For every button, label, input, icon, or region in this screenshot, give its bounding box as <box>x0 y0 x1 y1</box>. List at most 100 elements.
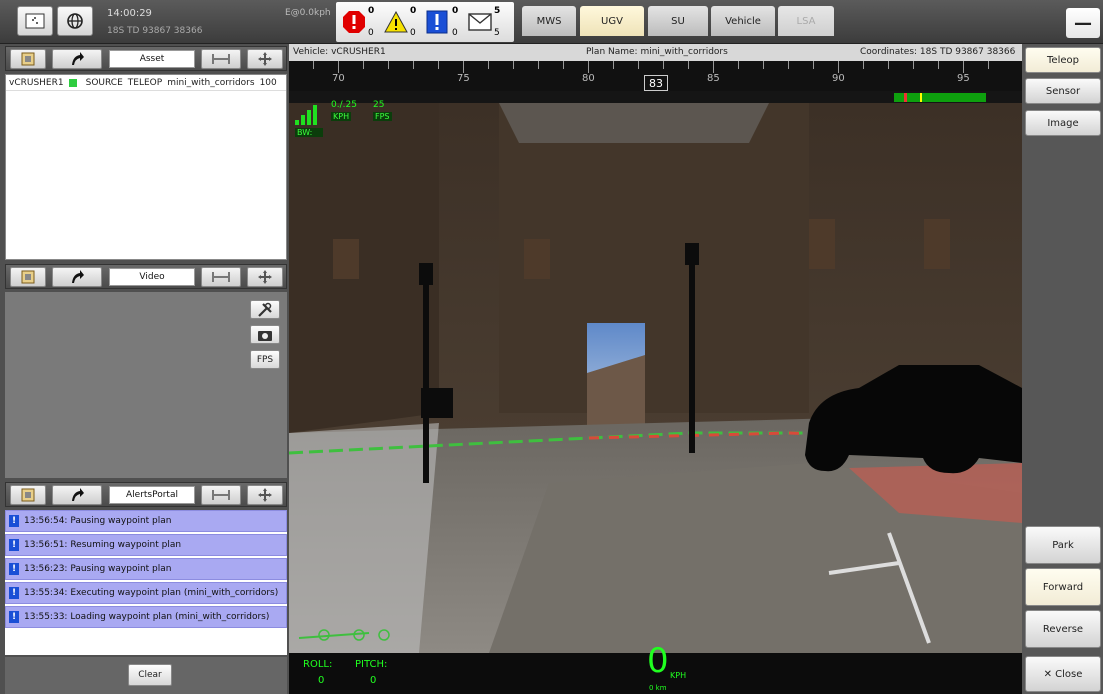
resize-horizontal-icon <box>212 490 230 500</box>
scroll-icon <box>21 488 35 502</box>
curved-arrow-icon <box>72 270 84 283</box>
asset-status-indicator <box>68 78 77 87</box>
speed-readout: 0./.25 KPH <box>331 100 357 121</box>
tab-vehicle[interactable]: Vehicle <box>711 6 775 36</box>
asset-list: vCRUSHER1 SOURCE TELEOP mini_with_corrid… <box>5 74 287 260</box>
compass-label: 95 <box>957 73 970 84</box>
tools-icon <box>258 302 272 317</box>
info-exclamation-icon <box>426 10 448 34</box>
critical-alert-counter[interactable]: 0 0 <box>342 6 382 38</box>
asset-arrow-button[interactable] <box>52 49 102 69</box>
asset-source: SOURCE <box>85 77 123 88</box>
info-alert-icon: ! <box>9 539 19 551</box>
warning-triangle-icon <box>384 11 408 33</box>
vehicle-status-bar <box>894 93 986 102</box>
clock: 14:00:29 <box>107 8 152 19</box>
info-alert-icon: ! <box>9 563 19 575</box>
alerts-panel-title: AlertsPortal <box>109 486 195 504</box>
asset-mode: TELEOP <box>127 77 163 88</box>
telemetry-hud: ROLL: 0 PITCH: 0 0 KPH 0 km <box>289 641 1022 694</box>
video-move-button[interactable] <box>247 267 283 287</box>
scroll-icon <box>21 270 35 284</box>
alerts-move-button[interactable] <box>247 485 283 505</box>
alerts-footer: Clear <box>5 657 287 694</box>
video-panel-title: Video <box>109 268 195 286</box>
video-scroll-button[interactable] <box>10 267 46 287</box>
compass-label: 90 <box>832 73 845 84</box>
tab-ugv[interactable]: UGV <box>580 6 644 36</box>
vehicle-info-bar: Vehicle: vCRUSHER1 Plan Name: mini_with_… <box>289 44 1022 61</box>
image-button[interactable]: Image <box>1025 110 1101 136</box>
camera-icon <box>258 330 272 341</box>
pitch-label: PITCH: <box>355 659 388 670</box>
top-bar: 14:00:29 18S TD 93867 38366 E@0.0kph 0 0… <box>0 0 1103 44</box>
roll-value: 0 <box>318 675 325 686</box>
fps-readout: 25 FPS <box>373 100 392 121</box>
move-arrows-icon <box>258 270 272 284</box>
move-arrows-icon <box>258 52 272 66</box>
camera-view[interactable]: Vehicle: vCRUSHER1 Plan Name: mini_with_… <box>289 44 1022 694</box>
fps-button[interactable]: FPS <box>250 350 280 369</box>
heading-indicator: 83 <box>644 75 668 91</box>
compass-label: 75 <box>457 73 470 84</box>
video-resize-button[interactable] <box>201 267 241 287</box>
minimize-button[interactable]: — <box>1066 8 1100 38</box>
video-area: FPS <box>5 292 287 478</box>
alert-counter[interactable]: 0 0 0 0 0 0 5 5 <box>336 2 514 42</box>
alert-row[interactable]: ! 13:56:23: Pausing waypoint plan <box>5 558 287 580</box>
park-button[interactable]: Park <box>1025 526 1101 564</box>
video-arrow-button[interactable] <box>52 267 102 287</box>
asset-value: 100 <box>259 77 277 88</box>
alert-row[interactable]: ! 13:55:34: Executing waypoint plan (min… <box>5 582 287 604</box>
alert-row[interactable]: ! 13:56:54: Pausing waypoint plan <box>5 510 287 532</box>
curved-arrow-icon <box>72 488 84 501</box>
alert-row[interactable]: ! 13:55:33: Loading waypoint plan (mini_… <box>5 606 287 628</box>
tab-mws[interactable]: MWS <box>522 6 576 36</box>
bandwidth-label: BW: <box>295 128 323 137</box>
info-alert-counter[interactable]: 0 0 <box>426 6 466 38</box>
left-panel: Asset vCRUSHER1 SOURCE TELEOP mini_with_… <box>0 44 289 694</box>
map-grid-icon <box>25 13 45 29</box>
compass-label: 85 <box>707 73 720 84</box>
alerts-panel-header: AlertsPortal <box>5 482 287 507</box>
warning-alert-counter[interactable]: 0 0 <box>384 6 424 38</box>
globe-icon <box>67 13 83 29</box>
close-button[interactable]: ✕ Close <box>1025 656 1101 692</box>
sensor-button[interactable]: Sensor <box>1025 78 1101 104</box>
vehicle-name: Vehicle: vCRUSHER1 <box>293 47 386 57</box>
move-arrows-icon <box>258 488 272 502</box>
alerts-list: ! 13:56:54: Pausing waypoint plan ! 13:5… <box>5 510 287 655</box>
teleop-button[interactable]: Teleop <box>1025 47 1101 73</box>
tab-su[interactable]: SU <box>648 6 708 36</box>
info-alert-icon: ! <box>9 611 19 623</box>
asset-scroll-button[interactable] <box>10 49 46 69</box>
asset-row[interactable]: vCRUSHER1 SOURCE TELEOP mini_with_corrid… <box>6 75 286 91</box>
heading-compass: 70 75 80 85 90 95 83 <box>289 61 1022 91</box>
asset-resize-button[interactable] <box>201 49 241 69</box>
alert-text: 13:55:33: Loading waypoint plan (mini_wi… <box>24 612 270 622</box>
compass-label: 70 <box>332 73 345 84</box>
asset-panel-header: Asset <box>5 46 287 71</box>
tools-button[interactable] <box>250 300 280 319</box>
info-alert-icon: ! <box>9 515 19 527</box>
compass-label: 80 <box>582 73 595 84</box>
alert-row[interactable]: ! 13:56:51: Resuming waypoint plan <box>5 534 287 556</box>
alerts-resize-button[interactable] <box>201 485 241 505</box>
tab-lsa[interactable]: LSA <box>778 6 834 36</box>
alerts-arrow-button[interactable] <box>52 485 102 505</box>
pitch-value: 0 <box>370 675 377 686</box>
clear-button[interactable]: Clear <box>128 664 172 686</box>
scroll-icon <box>21 52 35 66</box>
map-view-button[interactable] <box>17 6 53 36</box>
grid-coordinate: 18S TD 93867 38366 <box>107 26 203 36</box>
resize-horizontal-icon <box>212 54 230 64</box>
reverse-button[interactable]: Reverse <box>1025 610 1101 648</box>
forward-button[interactable]: Forward <box>1025 568 1101 606</box>
message-counter[interactable]: 5 5 <box>468 6 508 38</box>
alerts-scroll-button[interactable] <box>10 485 46 505</box>
asset-panel-title: Asset <box>109 50 195 68</box>
snapshot-button[interactable] <box>250 325 280 344</box>
right-panel: Teleop Sensor Image Park Forward Reverse… <box>1022 44 1103 694</box>
asset-move-button[interactable] <box>247 49 283 69</box>
globe-button[interactable] <box>57 6 93 36</box>
